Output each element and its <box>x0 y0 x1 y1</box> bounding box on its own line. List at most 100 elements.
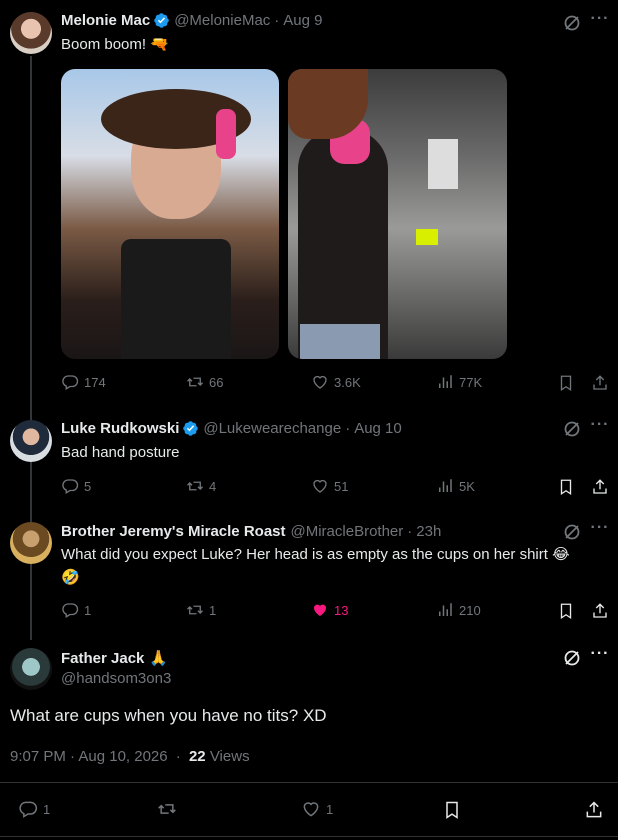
separator-dot: · <box>175 748 181 765</box>
reply-count: 1 <box>84 602 92 618</box>
timestamp[interactable]: Aug 10 <box>354 420 402 437</box>
tweet-photo-range[interactable] <box>288 69 507 359</box>
timestamp[interactable]: 23h <box>416 523 441 540</box>
like-button[interactable]: 13 <box>311 601 348 619</box>
tweet-text-line: What did you expect Luke? Her head is as… <box>61 546 570 563</box>
divider <box>0 836 618 837</box>
views-icon <box>439 479 452 492</box>
repost-count: 66 <box>209 374 224 390</box>
verified-badge-icon <box>154 13 169 28</box>
tweet-meta: 9:07 PM · Aug 10, 2026 · 22 Views <box>10 748 250 765</box>
like-icon <box>303 802 319 817</box>
reply-icon <box>19 801 38 818</box>
divider <box>0 782 618 783</box>
avatar[interactable] <box>10 648 52 690</box>
like-icon <box>313 479 327 493</box>
more-icon[interactable]: ··· <box>590 11 610 33</box>
repost-icon <box>187 481 203 491</box>
like-button[interactable]: 1 <box>301 799 333 819</box>
avatar[interactable] <box>10 420 52 462</box>
author-name[interactable]: Melonie Mac <box>61 12 150 29</box>
like-count: 1 <box>326 801 334 817</box>
author-handle[interactable]: @Lukewearechange <box>203 420 341 437</box>
author-name[interactable]: Brother Jeremy's Miracle Roast <box>61 523 286 540</box>
separator-dot: · <box>407 523 413 540</box>
reply-button[interactable]: 1 <box>18 799 50 819</box>
tweet-actions: 5 4 51 5K <box>61 477 618 497</box>
reply-count: 5 <box>84 478 92 494</box>
views-count: 22 <box>188 748 206 765</box>
repost-button[interactable]: 4 <box>186 477 216 495</box>
tweet-actions: 1 1 13 210 <box>61 601 618 621</box>
avatar[interactable] <box>10 12 52 54</box>
tweet-text: Bad hand posture <box>61 444 180 461</box>
pray-emoji: 🙏 <box>149 650 169 667</box>
separator-dot: · <box>274 12 280 29</box>
author-name[interactable]: Father Jack <box>61 650 144 667</box>
more-icon[interactable]: ··· <box>590 417 610 439</box>
reply-button[interactable]: 5 <box>61 477 91 495</box>
like-count: 51 <box>334 478 349 494</box>
views-count: 77K <box>459 374 483 390</box>
main-tweet-text: What are cups when you have no tits? XD <box>10 706 327 725</box>
more-icon[interactable]: ··· <box>590 646 610 668</box>
share-icon[interactable] <box>584 800 604 820</box>
repost-count: 4 <box>209 478 217 494</box>
views-icon <box>439 375 452 388</box>
avatar[interactable] <box>10 522 52 564</box>
views-button[interactable]: 210 <box>436 601 481 619</box>
author-handle[interactable]: @MelonieMac <box>174 12 270 29</box>
reply-button[interactable]: 174 <box>61 373 106 391</box>
repost-icon <box>187 377 203 387</box>
views-count: 210 <box>459 602 481 618</box>
like-count: 13 <box>334 602 349 618</box>
share-icon[interactable] <box>591 374 609 392</box>
more-icon[interactable]: ··· <box>590 520 610 542</box>
repost-count: 1 <box>209 602 217 618</box>
views-count: 5K <box>459 478 475 494</box>
timestamp[interactable]: Aug 9 <box>283 12 322 29</box>
views-label: Views <box>209 748 250 765</box>
tweet-actions: 174 66 3.6K 77K <box>61 373 618 393</box>
tweet-datetime[interactable]: 9:07 PM · Aug 10, 2026 <box>10 748 168 765</box>
like-count: 3.6K <box>334 374 361 390</box>
repost-icon <box>187 605 203 615</box>
like-icon <box>314 604 326 616</box>
reply-icon <box>62 375 79 390</box>
main-tweet-actions: 1 1 <box>0 799 618 823</box>
verified-badge-icon <box>183 421 199 436</box>
repost-button[interactable]: 1 <box>186 601 216 619</box>
author-handle[interactable]: @handsom3on3 <box>61 670 171 687</box>
tweet-text-line: 🤣 <box>61 569 80 586</box>
views-icon <box>439 603 452 616</box>
like-icon <box>313 375 327 389</box>
tweet-text: What did you expect Luke? Her head is as… <box>61 545 616 588</box>
grok-icon[interactable] <box>562 419 582 439</box>
views-button[interactable]: 5K <box>436 477 475 495</box>
tweet-text: Boom boom! 🔫 <box>61 36 169 53</box>
reply-icon <box>62 603 79 618</box>
author-handle[interactable]: @MiracleBrother <box>291 523 404 540</box>
reply-count: 1 <box>43 801 51 817</box>
bookmark-icon[interactable] <box>442 800 462 820</box>
repost-button[interactable] <box>157 799 177 819</box>
like-button[interactable]: 3.6K <box>311 373 361 391</box>
share-icon[interactable] <box>591 478 609 496</box>
repost-button[interactable]: 66 <box>186 373 223 391</box>
separator-dot: · <box>345 420 351 437</box>
grok-icon[interactable] <box>562 13 582 33</box>
tweet-photo-selfie[interactable] <box>61 69 279 359</box>
grok-icon[interactable] <box>562 522 582 542</box>
repost-icon <box>158 804 176 814</box>
grok-icon[interactable] <box>562 648 582 668</box>
bookmark-icon[interactable] <box>557 374 575 392</box>
reply-icon <box>62 479 79 494</box>
views-button[interactable]: 77K <box>436 373 482 391</box>
like-button[interactable]: 51 <box>311 477 348 495</box>
author-name[interactable]: Luke Rudkowski <box>61 420 179 437</box>
bookmark-icon[interactable] <box>557 478 575 496</box>
reply-count: 174 <box>84 374 106 390</box>
bookmark-icon[interactable] <box>557 602 575 620</box>
share-icon[interactable] <box>591 602 609 620</box>
reply-button[interactable]: 1 <box>61 601 91 619</box>
